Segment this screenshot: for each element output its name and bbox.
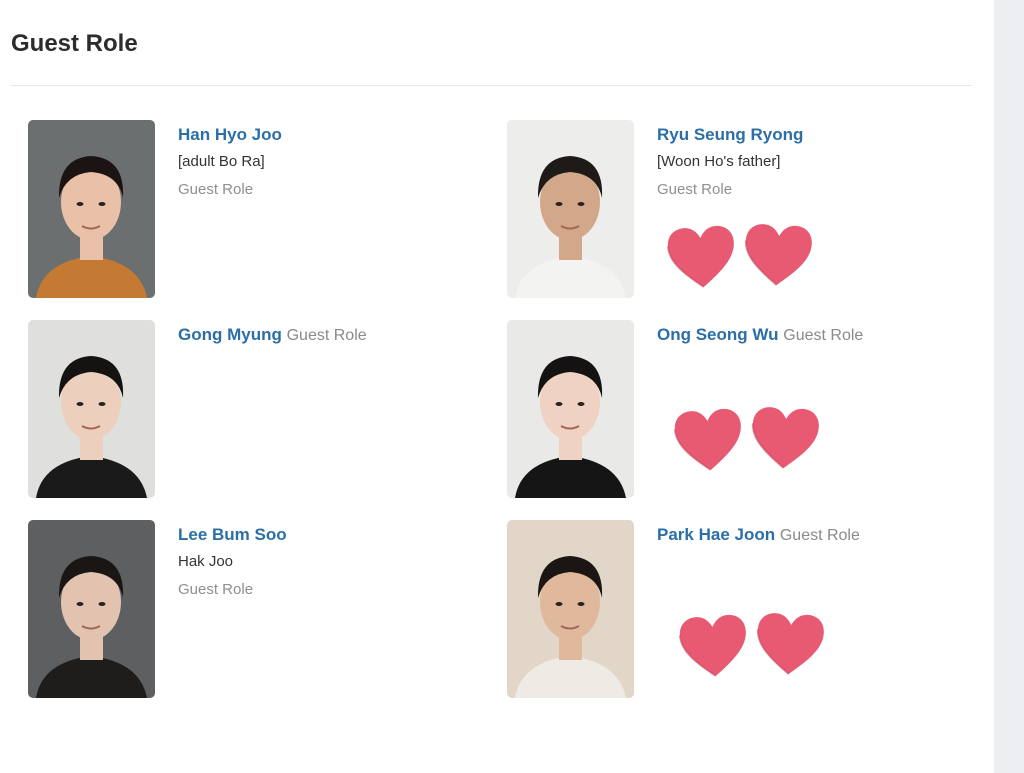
cast-card: Ong Seong Wu Guest Role: [507, 320, 967, 500]
role-type: Guest Role: [657, 181, 733, 198]
actor-photo[interactable]: [28, 520, 155, 698]
cast-card: Park Hae Joon Guest Role: [507, 520, 967, 700]
role-type: Guest Role: [286, 327, 367, 344]
role-type: Guest Role: [178, 581, 254, 598]
actor-photo[interactable]: [28, 320, 155, 498]
actor-photo[interactable]: [28, 120, 155, 298]
heart-icon: [665, 223, 740, 299]
cast-card: Gong Myung Guest Role: [28, 320, 488, 500]
section-title: Guest Role: [11, 30, 138, 57]
character-name: Hak Joo: [178, 553, 234, 570]
role-type: Guest Role: [779, 527, 860, 544]
actor-name-link[interactable]: Lee Bum Soo: [178, 525, 287, 544]
actor-photo[interactable]: [507, 120, 634, 298]
cast-card: Han Hyo Joo [adult Bo Ra] Guest Role: [28, 120, 488, 300]
heart-icon: [672, 406, 747, 482]
character-name: [adult Bo Ra]: [178, 153, 265, 170]
actor-name-link[interactable]: Ong Seong Wu: [657, 325, 779, 344]
actor-name-link[interactable]: Ryu Seung Ryong: [657, 125, 803, 144]
actor-name-link[interactable]: Park Hae Joon: [657, 525, 775, 544]
role-type: Guest Role: [783, 327, 864, 344]
heart-icon: [741, 221, 815, 296]
divider: [11, 85, 972, 86]
heart-icon: [753, 610, 827, 685]
heart-icon: [748, 404, 822, 479]
cast-card: Lee Bum Soo Hak Joo Guest Role: [28, 520, 488, 700]
character-name: [Woon Ho's father]: [657, 153, 781, 170]
actor-photo[interactable]: [507, 320, 634, 498]
cast-card: Ryu Seung Ryong [Woon Ho's father] Guest…: [507, 120, 967, 300]
actor-photo[interactable]: [507, 520, 634, 698]
role-type: Guest Role: [178, 181, 254, 198]
right-sidebar-rail: [994, 0, 1024, 773]
heart-icon: [677, 612, 752, 688]
actor-name-link[interactable]: Han Hyo Joo: [178, 125, 282, 144]
actor-name-link[interactable]: Gong Myung: [178, 325, 282, 344]
